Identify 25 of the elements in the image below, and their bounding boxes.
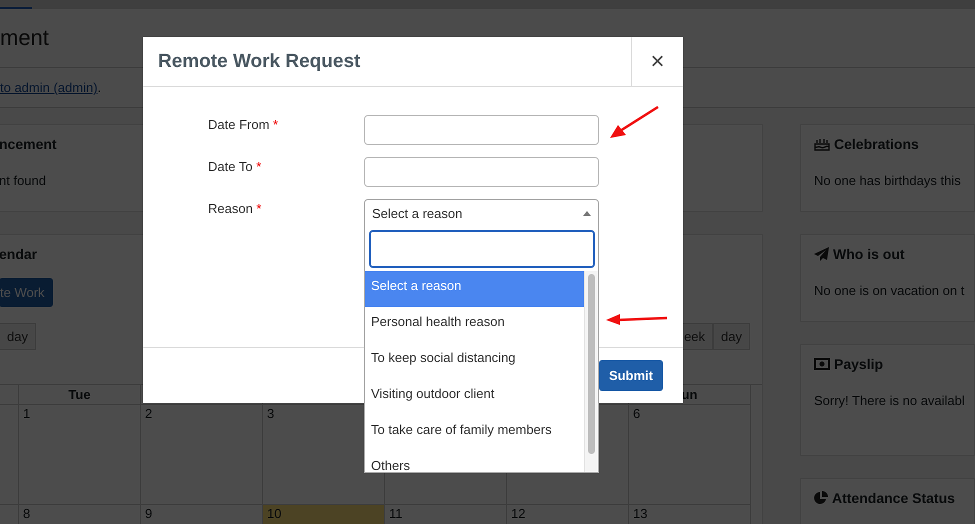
input-field[interactable] — [364, 157, 599, 187]
notice-text: . — [98, 80, 102, 95]
annotation-arrow — [606, 313, 668, 325]
field-label: Reason * — [208, 200, 262, 218]
card-title: Payslip — [834, 356, 884, 372]
card-title: Who is out — [833, 246, 905, 262]
card-text: No one is on vacation on t — [814, 283, 964, 298]
field-label: Date To * — [208, 158, 262, 176]
modal-title: Remote Work Request — [157, 50, 362, 74]
card-title: Celebrations — [834, 136, 919, 152]
scrollbar-thumb[interactable] — [588, 274, 595, 454]
page-title: ment — [0, 25, 49, 51]
annotation-arrow — [610, 106, 660, 140]
card-title: ncement — [0, 136, 57, 152]
card-title: Attendance Status — [832, 490, 955, 506]
card-text: Sorry! There is no availabl — [814, 393, 965, 408]
dropdown-option[interactable]: Personal health reason — [365, 307, 584, 343]
input-field[interactable] — [364, 115, 599, 145]
submit-button[interactable]: Submit — [598, 360, 663, 391]
dropdown-option[interactable]: Select a reason — [365, 271, 584, 307]
field-label: Date From * — [208, 116, 280, 134]
card-text: nt found — [0, 173, 46, 188]
search-field[interactable] — [369, 230, 595, 268]
dropdown-option[interactable]: To keep social distancing — [365, 343, 584, 379]
card-text: No one has birthdays this — [814, 173, 961, 188]
